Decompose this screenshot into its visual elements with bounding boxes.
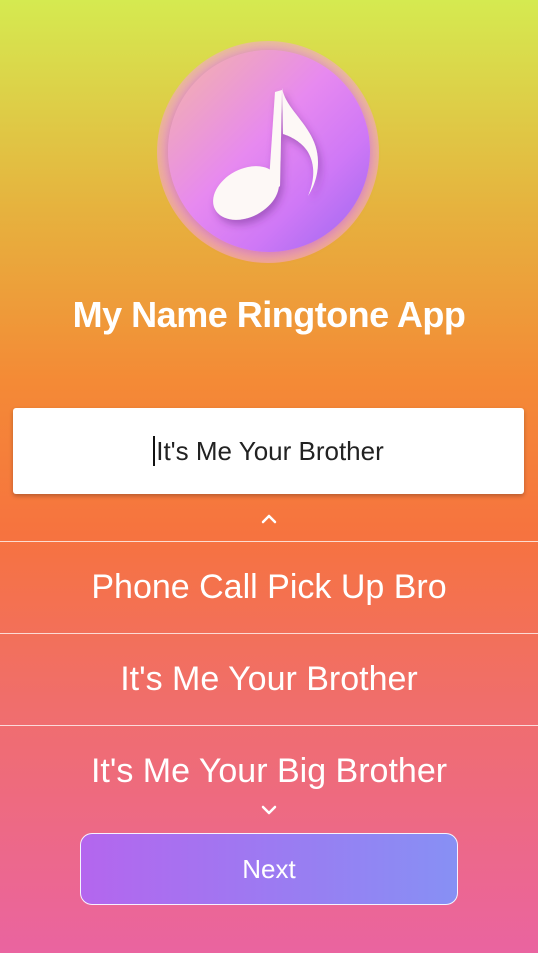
app-logo: [157, 41, 379, 263]
ringtone-option-label: It's Me Your Brother: [120, 660, 418, 698]
text-cursor: [153, 436, 156, 466]
ringtone-option[interactable]: Phone Call Pick Up Bro: [0, 541, 538, 633]
name-input-value: It's Me Your Brother: [156, 435, 384, 466]
music-note-icon: [213, 88, 318, 220]
ringtone-option-selected[interactable]: It's Me Your Brother: [0, 633, 538, 725]
ringtone-option-label: Phone Call Pick Up Bro: [91, 568, 447, 606]
logo-circle: [168, 50, 370, 252]
next-button-label: Next: [242, 853, 296, 884]
app-title: My Name Ringtone App: [72, 294, 466, 335]
name-input[interactable]: It's Me Your Brother: [13, 408, 524, 494]
chevron-up-icon[interactable]: [259, 512, 279, 526]
ringtone-option-label: It's Me Your Big Brother: [90, 752, 448, 790]
next-button[interactable]: Next: [80, 833, 458, 905]
chevron-down-icon[interactable]: [259, 803, 279, 817]
